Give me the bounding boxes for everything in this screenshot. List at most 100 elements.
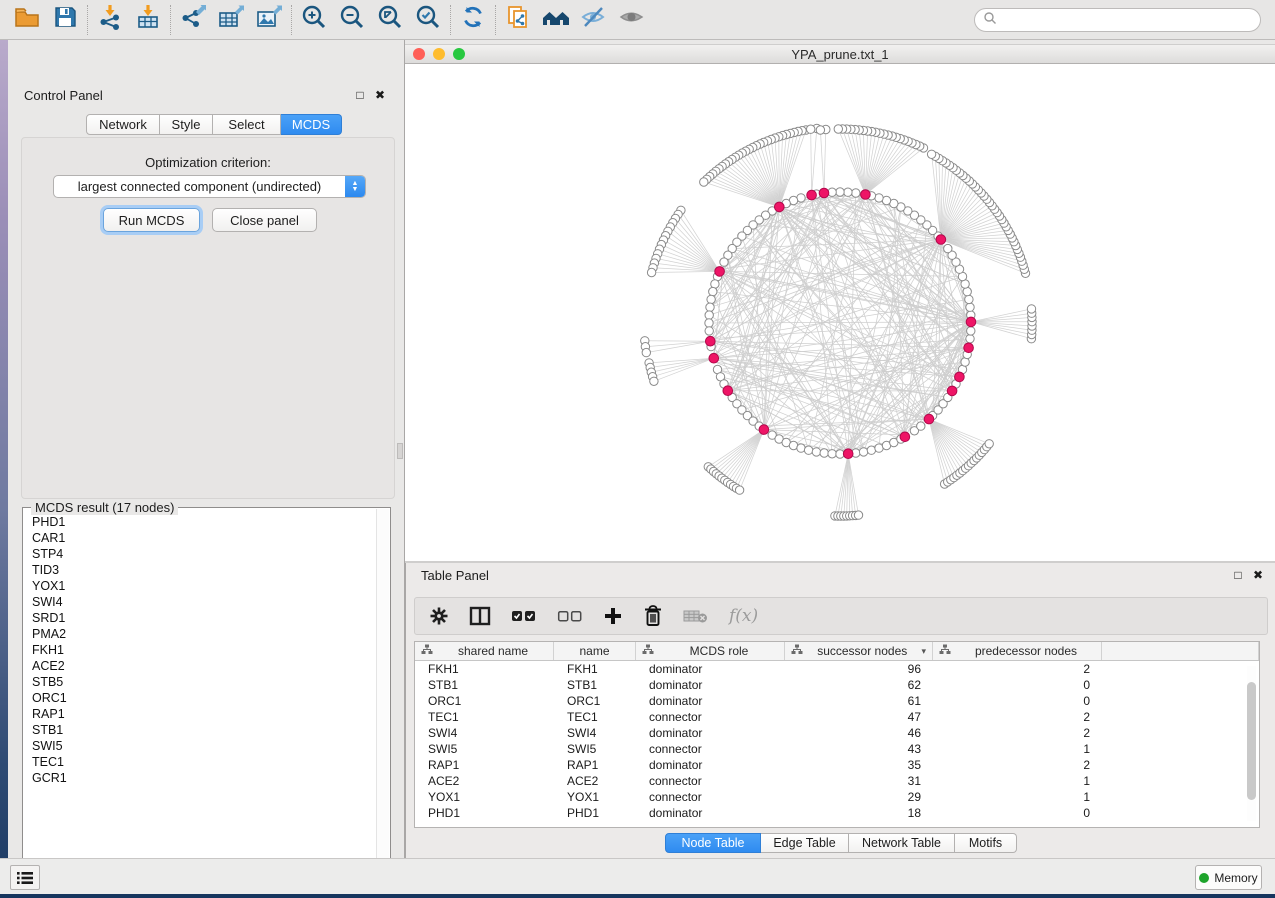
function-builder-icon[interactable]: f(x): [729, 606, 758, 626]
result-node-item[interactable]: STB5: [24, 674, 378, 690]
zoom-in-icon: [301, 4, 327, 35]
tab-select[interactable]: Select: [213, 114, 281, 135]
node-table-scrollbar[interactable]: [1247, 666, 1256, 821]
table-cell: ACE2: [415, 773, 554, 789]
hierarchy-icon: [421, 644, 433, 658]
result-node-item[interactable]: RAP1: [24, 706, 378, 722]
result-node-item[interactable]: SWI4: [24, 594, 378, 610]
refresh-icon: [460, 4, 486, 35]
memory-button[interactable]: Memory: [1195, 865, 1262, 890]
result-node-item[interactable]: PHD1: [24, 514, 378, 530]
table-row[interactable]: TEC1TEC1connector472: [415, 709, 1259, 725]
tab-style[interactable]: Style: [160, 114, 213, 135]
tab-network-table[interactable]: Network Table: [849, 833, 955, 853]
tab-edge-table[interactable]: Edge Table: [761, 833, 849, 853]
table-panel-title: Table Panel: [421, 568, 489, 583]
table-panel-close-icon[interactable]: ✖: [1251, 568, 1265, 582]
network-graph[interactable]: [405, 64, 1275, 561]
run-mcds-button[interactable]: Run MCDS: [103, 208, 200, 232]
add-column-icon[interactable]: [603, 606, 623, 626]
export-table-button[interactable]: [212, 3, 250, 37]
gear-icon[interactable]: [429, 606, 449, 626]
zoom-in-button[interactable]: [295, 3, 333, 37]
panel-splitter-vertical[interactable]: [395, 40, 405, 858]
delete-table-icon: [683, 607, 709, 625]
result-node-item[interactable]: SRD1: [24, 610, 378, 626]
table-row[interactable]: SWI4SWI4dominator462: [415, 725, 1259, 741]
table-row[interactable]: SWI5SWI5connector431: [415, 741, 1259, 757]
column-header-filler: [1102, 642, 1259, 660]
control-panel-close-icon[interactable]: ✖: [373, 88, 387, 102]
delete-column-icon[interactable]: [643, 605, 663, 627]
search-box[interactable]: [974, 8, 1261, 32]
network-canvas[interactable]: [405, 64, 1275, 561]
toolbar-separator: [495, 5, 496, 35]
result-node-item[interactable]: STB1: [24, 722, 378, 738]
import-table-button[interactable]: [129, 3, 167, 37]
export-network-button[interactable]: [174, 3, 212, 37]
scrollbar-thumb[interactable]: [1247, 682, 1256, 800]
export-image-button[interactable]: [250, 3, 288, 37]
zoom-selected-button[interactable]: [409, 3, 447, 37]
column-header-predecessor-nodes[interactable]: predecessor nodes: [933, 642, 1102, 660]
save-session-button[interactable]: [46, 3, 84, 37]
table-cell: RAP1: [415, 757, 554, 773]
hierarchy-icon: [791, 644, 803, 658]
zoom-fit-button[interactable]: [371, 3, 409, 37]
first-neighbors-button[interactable]: [537, 3, 575, 37]
result-node-item[interactable]: ORC1: [24, 690, 378, 706]
result-node-item[interactable]: YOX1: [24, 578, 378, 594]
zoom-out-button[interactable]: [333, 3, 371, 37]
toolbar-separator: [87, 5, 88, 35]
control-panel-float-icon[interactable]: □: [353, 88, 367, 102]
result-node-item[interactable]: PMA2: [24, 626, 378, 642]
splitter-handle[interactable]: [397, 443, 403, 459]
column-header-successor-nodes[interactable]: successor nodes▾: [785, 642, 933, 660]
column-header-shared-name[interactable]: shared name: [415, 642, 554, 660]
table-row[interactable]: STB1STB1dominator620: [415, 677, 1259, 693]
table-panel-float-icon[interactable]: □: [1231, 568, 1245, 582]
table-cell: 2: [933, 757, 1102, 773]
result-node-item[interactable]: TID3: [24, 562, 378, 578]
column-header-MCDS-role[interactable]: MCDS role: [636, 642, 785, 660]
mcds-result-scrollbar[interactable]: [376, 509, 389, 872]
search-input[interactable]: [997, 10, 1260, 30]
table-cell: FKH1: [415, 661, 554, 677]
tab-node-table[interactable]: Node Table: [665, 833, 761, 853]
result-node-item[interactable]: GCR1: [24, 770, 378, 786]
close-panel-button[interactable]: Close panel: [212, 208, 317, 232]
table-row[interactable]: FKH1FKH1dominator962: [415, 661, 1259, 677]
hide-selected-button[interactable]: [575, 3, 613, 37]
result-node-item[interactable]: CAR1: [24, 530, 378, 546]
select-stepper-icon: ▲▼: [345, 176, 365, 197]
table-row[interactable]: PHD1PHD1dominator180: [415, 805, 1259, 821]
table-row[interactable]: YOX1YOX1connector291: [415, 789, 1259, 805]
memory-label: Memory: [1214, 871, 1257, 885]
import-network-button[interactable]: [91, 3, 129, 37]
table-cell: 61: [785, 693, 933, 709]
result-node-item[interactable]: SWI5: [24, 738, 378, 754]
show-all-icon: [618, 4, 646, 35]
result-node-item[interactable]: TEC1: [24, 754, 378, 770]
table-row[interactable]: RAP1RAP1dominator352: [415, 757, 1259, 773]
optimization-criterion-select[interactable]: largest connected component (undirected)…: [53, 175, 366, 198]
column-header-name[interactable]: name: [554, 642, 636, 660]
show-panels-list-button[interactable]: [10, 865, 40, 890]
result-node-item[interactable]: FKH1: [24, 642, 378, 658]
deselect-all-checkbox-icon[interactable]: [557, 609, 583, 623]
table-row[interactable]: ACE2ACE2connector311: [415, 773, 1259, 789]
tab-mcds[interactable]: MCDS: [281, 114, 342, 135]
column-layout-icon[interactable]: [469, 606, 491, 626]
result-node-item[interactable]: ACE2: [24, 658, 378, 674]
tab-network[interactable]: Network: [86, 114, 160, 135]
select-all-checkbox-icon[interactable]: [511, 609, 537, 623]
table-cell: 31: [785, 773, 933, 789]
copy-network-button[interactable]: [499, 3, 537, 37]
show-all-button[interactable]: [613, 3, 651, 37]
table-row[interactable]: ORC1ORC1dominator610: [415, 693, 1259, 709]
refresh-button[interactable]: [454, 3, 492, 37]
result-node-item[interactable]: STP4: [24, 546, 378, 562]
toolbar-separator: [291, 5, 292, 35]
tab-motifs[interactable]: Motifs: [955, 833, 1017, 853]
open-file-button[interactable]: [8, 3, 46, 37]
